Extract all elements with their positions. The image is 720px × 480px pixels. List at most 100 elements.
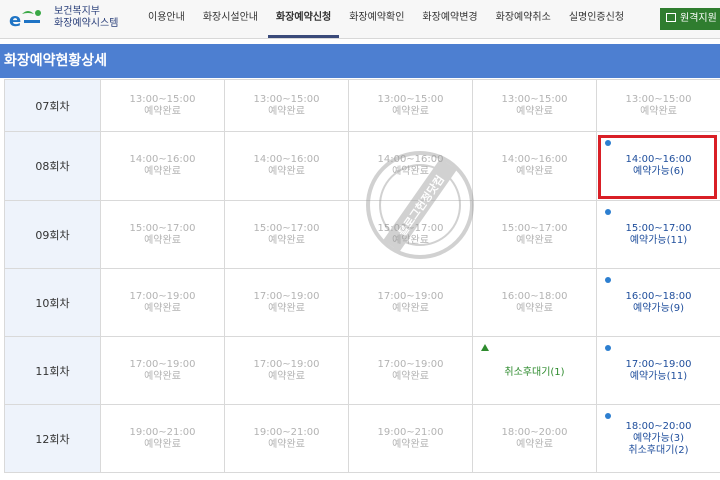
slot-cell-available[interactable]: 18:00~20:00 예약가능(3) 취소후대기(2) xyxy=(596,404,720,473)
slot-cell: 18:00~20:00 예약완료 xyxy=(472,404,597,473)
slot-status: 예약완료 xyxy=(268,234,305,246)
slot-status: 예약가능(9) xyxy=(633,302,684,314)
logo[interactable]: e 보건복지부 화장예약시스템 xyxy=(8,4,138,34)
slot-cell: 14:00~16:00 예약완료 xyxy=(472,131,597,201)
slot-status: 예약완료 xyxy=(392,105,429,117)
slot-time: 15:00~17:00 xyxy=(625,222,692,234)
slot-status-extra: 취소후대기(2) xyxy=(628,444,689,456)
slot-time: 14:00~16:00 xyxy=(129,154,196,165)
e-haneul-logo-icon: e xyxy=(9,10,41,31)
slot-time: 15:00~17:00 xyxy=(501,222,568,234)
slot-cell-wait[interactable]: 취소후대기(1) xyxy=(472,336,597,405)
slot-status: 예약완료 xyxy=(144,302,181,314)
slot-time: 13:00~15:00 xyxy=(129,93,196,105)
table-row: 10회차 17:00~19:00 예약완료 17:00~19:00 예약완료 17:… xyxy=(4,268,720,337)
nav-item-reservation-change[interactable]: 화장예약변경 xyxy=(414,0,485,38)
slot-status: 예약완료 xyxy=(392,370,429,382)
logo-text: 보건복지부 화장예약시스템 xyxy=(54,6,118,30)
available-dot-icon xyxy=(605,345,611,351)
slot-time: 17:00~19:00 xyxy=(129,358,196,370)
slot-time: 13:00~15:00 xyxy=(501,93,568,105)
reservation-status-table: 07회차 13:00~15:00 예약완료 13:00~15:00 예약완료 13:… xyxy=(4,79,720,473)
monitor-icon xyxy=(666,13,676,22)
slot-status: 예약완료 xyxy=(640,105,677,117)
available-dot-icon xyxy=(605,209,611,215)
nav-item-reservation-check[interactable]: 화장예약확인 xyxy=(341,0,412,38)
slot-cell-available[interactable]: 14:00~16:00 예약가능(6) xyxy=(596,131,720,201)
slot-time: 16:00~18:00 xyxy=(501,290,568,302)
nav-item-reservation-cancel[interactable]: 화장예약취소 xyxy=(488,0,559,38)
slot-cell: 13:00~15:00 예약완료 xyxy=(100,79,225,132)
round-label: 10회차 xyxy=(4,268,101,337)
slot-cell: 16:00~18:00 예약완료 xyxy=(472,268,597,337)
slot-cell: 17:00~19:00 예약완료 xyxy=(100,336,225,405)
slot-status: 예약완료 xyxy=(268,302,305,314)
slot-status: 예약완료 xyxy=(516,234,553,246)
slot-time: 19:00~21:00 xyxy=(377,426,444,438)
slot-status: 예약완료 xyxy=(516,105,553,117)
section-title: 화장예약현황상세 xyxy=(0,44,720,78)
slot-time: 17:00~19:00 xyxy=(377,358,444,370)
nav-item-real-name-auth[interactable]: 실명인증신청 xyxy=(561,0,632,38)
nav-item-facility-info[interactable]: 화장시설안내 xyxy=(195,0,266,38)
slot-status: 예약완료 xyxy=(144,166,181,177)
slot-status: 예약완료 xyxy=(268,166,305,177)
nav-item-reservation-request[interactable]: 화장예약신청 xyxy=(268,0,340,38)
slot-status: 예약가능(11) xyxy=(629,370,688,382)
top-navigation-bar: e 보건복지부 화장예약시스템 이용안내 화장시설안내 화장예약신청 화장예약확… xyxy=(0,0,720,39)
slot-cell: 19:00~21:00 예약완료 xyxy=(100,404,225,473)
slot-time: 13:00~15:00 xyxy=(253,93,320,105)
slot-cell: 19:00~21:00 예약완료 xyxy=(224,404,349,473)
slot-cell: 19:00~21:00 예약완료 xyxy=(348,404,473,473)
slot-time: 16:00~18:00 xyxy=(625,290,692,302)
main-nav: 이용안내 화장시설안내 화장예약신청 화장예약확인 화장예약변경 화장예약취소 … xyxy=(140,0,632,38)
table-row: 07회차 13:00~15:00 예약완료 13:00~15:00 예약완료 13:… xyxy=(4,79,720,132)
slot-cell: 13:00~15:00 예약완료 xyxy=(472,79,597,132)
slot-cell: 14:00~16:00 예약완료 xyxy=(100,131,225,201)
slot-status: 예약가능(3) xyxy=(633,432,684,444)
slot-status: 예약가능(6) xyxy=(633,166,684,177)
available-dot-icon xyxy=(605,277,611,283)
slot-cell: 15:00~17:00 예약완료 xyxy=(224,200,349,269)
slot-time: 14:00~16:00 xyxy=(377,154,444,165)
slot-time: 15:00~17:00 xyxy=(377,222,444,234)
slot-status: 예약완료 xyxy=(392,438,429,450)
slot-time: 14:00~16:00 xyxy=(501,154,568,165)
round-label: 07회차 xyxy=(4,79,101,132)
slot-status: 예약완료 xyxy=(516,302,553,314)
logo-line1: 보건복지부 xyxy=(54,6,100,17)
slot-status: 예약완료 xyxy=(268,438,305,450)
slot-time: 14:00~16:00 xyxy=(625,154,692,165)
waitlist-triangle-icon xyxy=(481,344,489,351)
slot-status: 예약완료 xyxy=(268,370,305,382)
slot-status: 예약완료 xyxy=(516,438,553,450)
slot-cell: 17:00~19:00 예약완료 xyxy=(224,268,349,337)
table-row: 08회차 14:00~16:00 예약완료 14:00~16:00 예약완료 14:… xyxy=(4,131,720,201)
slot-status: 예약가능(11) xyxy=(629,234,688,246)
slot-time: 17:00~19:00 xyxy=(129,290,196,302)
slot-time: 17:00~19:00 xyxy=(625,358,692,370)
slot-status: 예약완료 xyxy=(144,105,181,117)
available-dot-icon xyxy=(605,413,611,419)
slot-cell-available[interactable]: 16:00~18:00 예약가능(9) xyxy=(596,268,720,337)
slot-status: 예약완료 xyxy=(516,166,553,177)
slot-time: 19:00~21:00 xyxy=(253,426,320,438)
table-row: 11회차 17:00~19:00 예약완료 17:00~19:00 예약완료 17:… xyxy=(4,336,720,405)
slot-cell: 15:00~17:00 예약완료 xyxy=(472,200,597,269)
slot-time: 15:00~17:00 xyxy=(129,222,196,234)
nav-item-usage-guide[interactable]: 이용안내 xyxy=(140,0,193,38)
slot-cell: 13:00~15:00 예약완료 xyxy=(348,79,473,132)
slot-time: 17:00~19:00 xyxy=(377,290,444,302)
table-row: 09회차 15:00~17:00 예약완료 15:00~17:00 예약완료 15:… xyxy=(4,200,720,269)
slot-cell: 15:00~17:00 예약완료 xyxy=(348,200,473,269)
slot-cell-available[interactable]: 17:00~19:00 예약가능(11) xyxy=(596,336,720,405)
slot-time: 14:00~16:00 xyxy=(253,154,320,165)
slot-cell-available[interactable]: 15:00~17:00 예약가능(11) xyxy=(596,200,720,269)
slot-time: 17:00~19:00 xyxy=(253,290,320,302)
slot-cell: 17:00~19:00 예약완료 xyxy=(224,336,349,405)
remote-support-button[interactable]: 원격지원 xyxy=(660,8,720,30)
svg-text:e: e xyxy=(9,10,21,31)
available-dot-icon xyxy=(605,140,611,146)
slot-status: 예약완료 xyxy=(392,302,429,314)
slot-time: 13:00~15:00 xyxy=(377,93,444,105)
